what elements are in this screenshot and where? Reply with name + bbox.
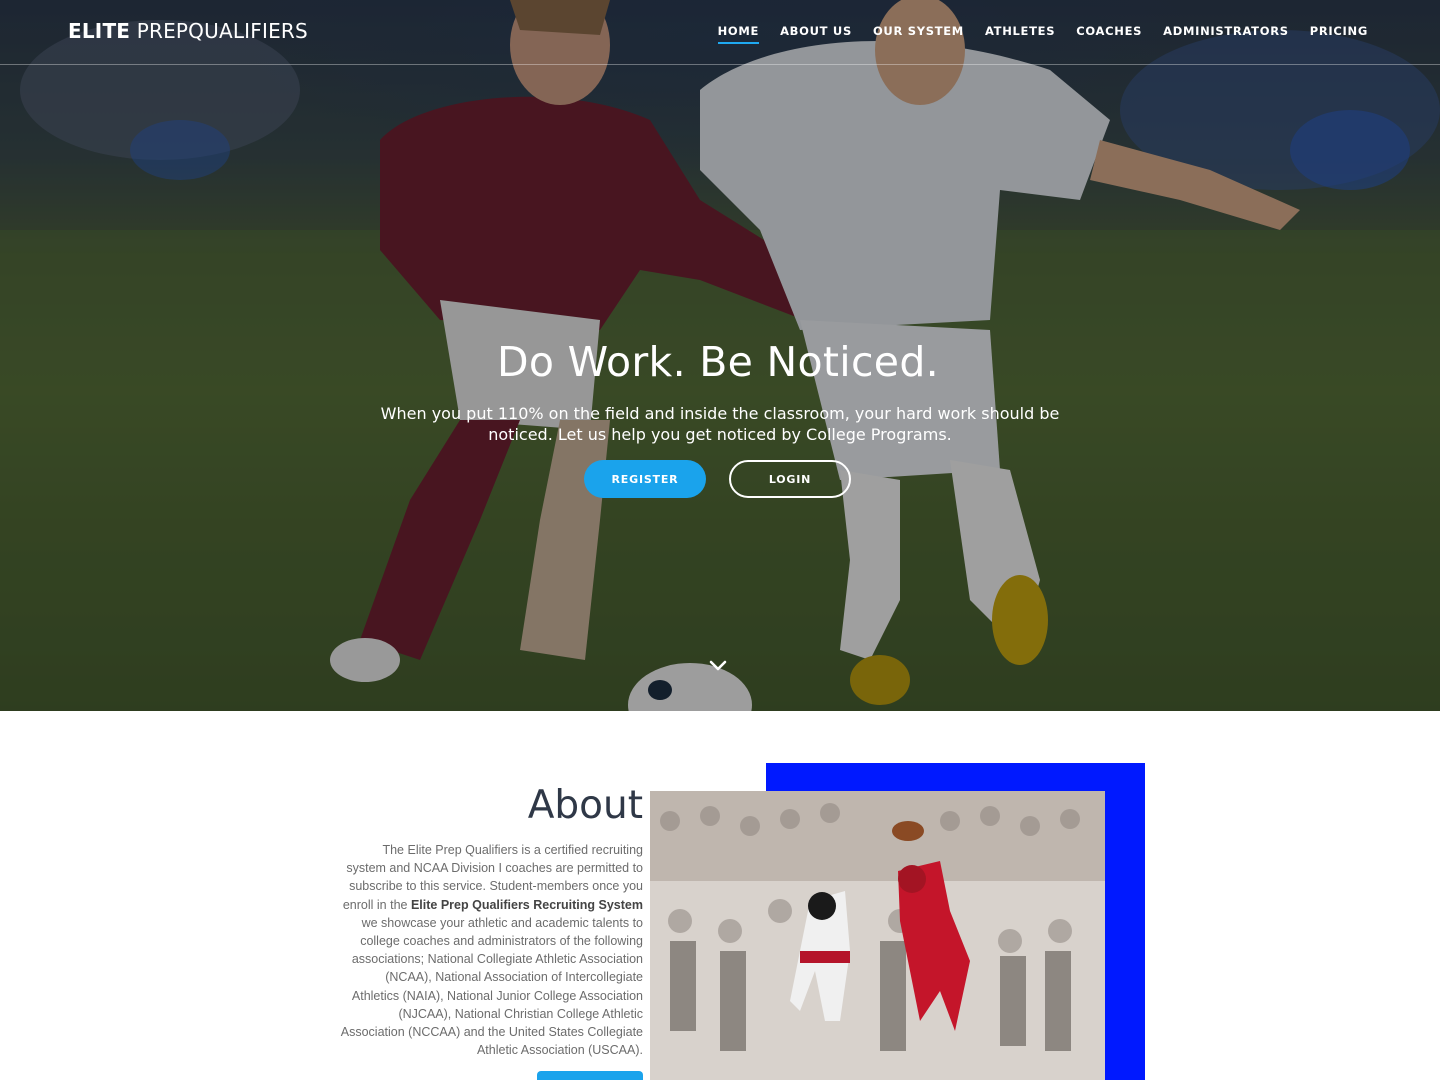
about-text-rest: we showcase your athletic and academic t… [340, 915, 643, 1058]
hero-section: ELITE PREPQUALIFIERS HOME ABOUT US OUR S… [0, 0, 1440, 711]
nav-pricing[interactable]: PRICING [1310, 24, 1368, 44]
nav-administrators[interactable]: ADMINISTRATORS [1163, 24, 1289, 44]
hero-subtitle: When you put 110% on the field and insid… [380, 404, 1060, 444]
main-nav: HOME ABOUT US OUR SYSTEM ATHLETES COACHE… [717, 24, 1368, 44]
nav-home[interactable]: HOME [717, 24, 760, 44]
register-button[interactable]: REGISTER [584, 460, 706, 498]
about-paragraph: The Elite Prep Qualifiers is a certified… [340, 841, 643, 1059]
nav-athletes[interactable]: ATHLETES [985, 24, 1055, 44]
football-catch-image [650, 791, 1105, 1080]
logo-bold-text: ELITE [68, 19, 131, 43]
nav-our-system[interactable]: OUR SYSTEM [873, 24, 964, 44]
chevron-down-icon[interactable] [708, 659, 728, 673]
hero-content: Do Work. Be Noticed. When you put 110% o… [0, 338, 1440, 445]
about-photo [650, 791, 1105, 1080]
logo-light-text: PREPQUALIFIERS [136, 19, 308, 43]
about-action-button[interactable] [537, 1071, 643, 1080]
about-heading: About [527, 783, 643, 828]
hero-actions: REGISTER LOGIN [584, 460, 851, 498]
top-navbar: ELITE PREPQUALIFIERS HOME ABOUT US OUR S… [0, 0, 1440, 65]
site-logo[interactable]: ELITE PREPQUALIFIERS [68, 19, 308, 43]
hero-title: Do Work. Be Noticed. [496, 338, 939, 386]
about-text-bold: Elite Prep Qualifiers Recruiting System [410, 897, 643, 912]
nav-coaches[interactable]: COACHES [1076, 24, 1142, 44]
login-button[interactable]: LOGIN [729, 460, 851, 498]
nav-about-us[interactable]: ABOUT US [780, 24, 852, 44]
